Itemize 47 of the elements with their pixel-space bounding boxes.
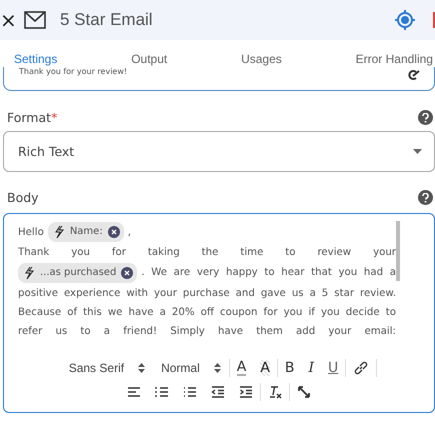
bullet-list-icon: [183, 386, 197, 398]
body-text: Because of this we have a 20% off coupon for you if you decide to: [18, 306, 396, 320]
size-dropdown[interactable]: Normal: [153, 361, 229, 375]
variable-chip[interactable]: Name:: [48, 222, 124, 242]
underline-button[interactable]: U: [321, 357, 346, 379]
scrollbar[interactable]: [396, 221, 400, 281]
remove-icon[interactable]: [108, 226, 120, 238]
tab[interactable]: Output: [131, 51, 168, 67]
clear-format-icon: [268, 385, 282, 399]
updown-icon: [214, 363, 221, 373]
required-mark: *: [51, 110, 58, 125]
lightning-icon: [54, 225, 65, 239]
caret-icon: [413, 149, 422, 154]
text-color-button[interactable]: A: [230, 357, 254, 379]
help-icon[interactable]: [418, 110, 433, 125]
field-label: Body: [7, 190, 39, 205]
bold-button[interactable]: B: [278, 357, 302, 379]
italic-button[interactable]: I: [302, 357, 322, 379]
diagonal-arrows-icon: [297, 385, 311, 399]
updown-icon: [138, 363, 146, 373]
help-icon[interactable]: [418, 190, 433, 205]
lightning-icon: [24, 266, 35, 280]
align-left-icon: [127, 386, 141, 398]
font-dropdown[interactable]: Sans Serif: [60, 361, 154, 375]
body-text: Hello: [18, 226, 44, 238]
body-text: positive experience with your purchase and gave us a 5 star review.: [18, 286, 396, 300]
body-text: ,: [128, 226, 131, 238]
envelope-icon: [24, 11, 46, 29]
body-text: refer us to a friend! Simply have them add your email:: [18, 324, 396, 338]
close-button[interactable]: ×: [0, 10, 14, 30]
background-color-button[interactable]: A: [253, 357, 277, 379]
tab[interactable]: Usages: [241, 51, 282, 67]
format-dropdown[interactable]: Rich Text: [3, 131, 435, 172]
body-text: Thank you for taking the time to review your: [18, 246, 396, 260]
outdent-icon: [211, 386, 225, 398]
rich-text-editor[interactable]: [3, 213, 435, 413]
tab[interactable]: Error Handling: [356, 51, 433, 67]
target-icon[interactable]: [394, 9, 416, 31]
indent-icon: [239, 386, 253, 398]
text-field[interactable]: Thank you for your review!: [3, 67, 435, 91]
numbered-list-icon: [155, 386, 169, 398]
body-text: . We are very happy to hear that you had a: [141, 266, 396, 280]
variable-chip[interactable]: ...as purchased: [18, 263, 138, 283]
field-label: Format: [7, 110, 52, 125]
window-title: 5 Star Email: [60, 10, 153, 30]
remove-icon[interactable]: [121, 267, 134, 279]
tab[interactable]: Settings: [14, 51, 58, 67]
